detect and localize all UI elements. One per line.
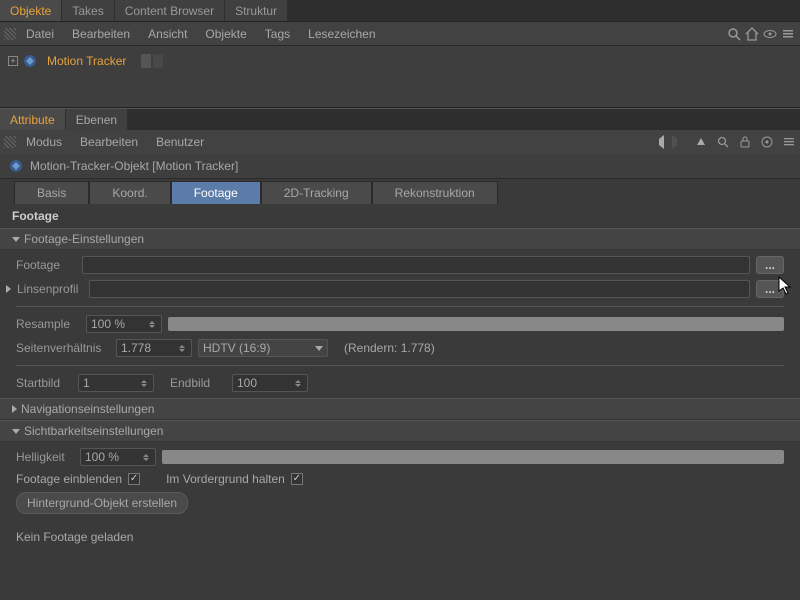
check-icon: ✓ (130, 474, 138, 484)
helligkeit-slider[interactable] (162, 450, 784, 464)
group-label: Navigationseinstellungen (21, 402, 154, 416)
motion-tracker-icon (22, 53, 38, 69)
object-tree[interactable]: + Motion Tracker (0, 46, 800, 108)
nav-back-icon[interactable] (650, 135, 664, 149)
menu-overflow-icon[interactable] (782, 135, 796, 149)
label-im-vordergrund: Im Vordergrund halten (166, 472, 285, 486)
disclosure-down-icon (12, 237, 20, 242)
label-startbild: Startbild (16, 376, 72, 390)
tab-koord[interactable]: Koord. (89, 181, 170, 204)
menu-bearbeiten2[interactable]: Bearbeiten (72, 132, 146, 152)
footage-path-input[interactable] (82, 256, 750, 274)
menu-benutzer[interactable]: Benutzer (148, 132, 212, 152)
group-footage-settings[interactable]: Footage-Einstellungen (0, 228, 800, 250)
object-name[interactable]: Motion Tracker (42, 52, 131, 70)
vordergrund-checkbox[interactable]: ✓ (291, 473, 303, 485)
create-background-object-button[interactable]: Hintergrund-Objekt erstellen (16, 492, 188, 514)
visibility-tag[interactable] (141, 54, 151, 68)
startbild-input[interactable]: 1 (78, 374, 154, 392)
nav-up-icon[interactable] (694, 135, 708, 149)
label-footage-einblenden: Footage einblenden (16, 472, 122, 486)
menu-modus[interactable]: Modus (18, 132, 70, 152)
chevron-down-icon (315, 346, 323, 351)
eye-icon[interactable] (762, 26, 778, 42)
endbild-input[interactable]: 100 (232, 374, 308, 392)
group-label: Sichtbarkeitseinstellungen (24, 424, 163, 438)
label-endbild: Endbild (170, 376, 226, 390)
attribute-tab-bar: Attribute Ebenen (0, 108, 800, 130)
resample-slider[interactable] (168, 317, 784, 331)
menu-datei[interactable]: Datei (18, 24, 62, 44)
aspect-input[interactable]: 1.778 (116, 339, 192, 357)
browse-footage-button[interactable]: ... (756, 256, 784, 274)
disclosure-right-icon (12, 405, 17, 413)
object-tags (141, 54, 163, 68)
menu-lesezeichen[interactable]: Lesezeichen (300, 24, 383, 44)
aspect-preset-dropdown[interactable]: HDTV (16:9) (198, 339, 328, 357)
tab-footage[interactable]: Footage (171, 181, 261, 204)
browse-lens-button[interactable]: ... (756, 280, 784, 298)
nav-fwd-icon[interactable] (672, 135, 686, 149)
group-navigation-settings[interactable]: Navigationseinstellungen (0, 398, 800, 420)
helligkeit-input[interactable]: 100 % (80, 448, 156, 466)
object-type-label: Motion-Tracker-Objekt [Motion Tracker] (30, 159, 238, 173)
menu-objekte[interactable]: Objekte (197, 24, 254, 44)
object-menu-bar: Datei Bearbeiten Ansicht Objekte Tags Le… (0, 22, 800, 46)
label-linsenprofil: Linsenprofil (17, 282, 83, 296)
tab-objekte[interactable]: Objekte (0, 0, 62, 21)
grip-icon[interactable] (4, 28, 16, 40)
tab-rekonstruktion[interactable]: Rekonstruktion (372, 181, 498, 204)
search-icon[interactable] (716, 135, 730, 149)
section-footage-title: Footage (0, 204, 800, 228)
home-icon[interactable] (744, 26, 760, 42)
label-helligkeit: Helligkeit (16, 450, 74, 464)
expand-icon[interactable]: + (8, 56, 18, 66)
tab-2d-tracking[interactable]: 2D-Tracking (261, 181, 372, 204)
tab-ebenen[interactable]: Ebenen (66, 109, 128, 130)
tab-attribute[interactable]: Attribute (0, 109, 66, 130)
status-text: Kein Footage geladen (0, 520, 800, 554)
object-type-header: Motion-Tracker-Objekt [Motion Tracker] (0, 154, 800, 179)
tab-content-browser[interactable]: Content Browser (115, 0, 225, 21)
render-aspect-label: (Rendern: 1.778) (344, 341, 435, 355)
menu-ansicht[interactable]: Ansicht (140, 24, 195, 44)
render-tag[interactable] (153, 54, 163, 68)
footage-einblenden-checkbox[interactable]: ✓ (128, 473, 140, 485)
tab-struktur[interactable]: Struktur (225, 0, 288, 21)
lock-icon[interactable] (738, 135, 752, 149)
group-visibility-settings[interactable]: Sichtbarkeitseinstellungen (0, 420, 800, 442)
label-resample: Resample (16, 317, 80, 331)
label-footage: Footage (16, 258, 76, 272)
top-tab-bar: Objekte Takes Content Browser Struktur (0, 0, 800, 22)
tree-row-motion-tracker[interactable]: + Motion Tracker (6, 50, 794, 72)
lens-profile-input[interactable] (89, 280, 750, 298)
attribute-menu-bar: Modus Bearbeiten Benutzer (0, 130, 800, 154)
tab-basis[interactable]: Basis (14, 181, 89, 204)
label-seitenverhaeltnis: Seitenverhältnis (16, 341, 110, 355)
param-tab-bar: Basis Koord. Footage 2D-Tracking Rekonst… (0, 179, 800, 204)
tab-takes[interactable]: Takes (62, 0, 114, 21)
search-icon[interactable] (726, 26, 742, 42)
grip-icon[interactable] (4, 136, 16, 148)
menu-tags[interactable]: Tags (257, 24, 298, 44)
check-icon: ✓ (293, 474, 301, 484)
resample-input[interactable]: 100 % (86, 315, 162, 333)
menu-bearbeiten[interactable]: Bearbeiten (64, 24, 138, 44)
disclosure-right-icon[interactable] (6, 285, 11, 293)
group-label: Footage-Einstellungen (24, 232, 144, 246)
menu-overflow-icon[interactable] (780, 26, 796, 42)
new-icon[interactable] (760, 135, 774, 149)
disclosure-down-icon (12, 429, 20, 434)
motion-tracker-icon (8, 158, 24, 174)
